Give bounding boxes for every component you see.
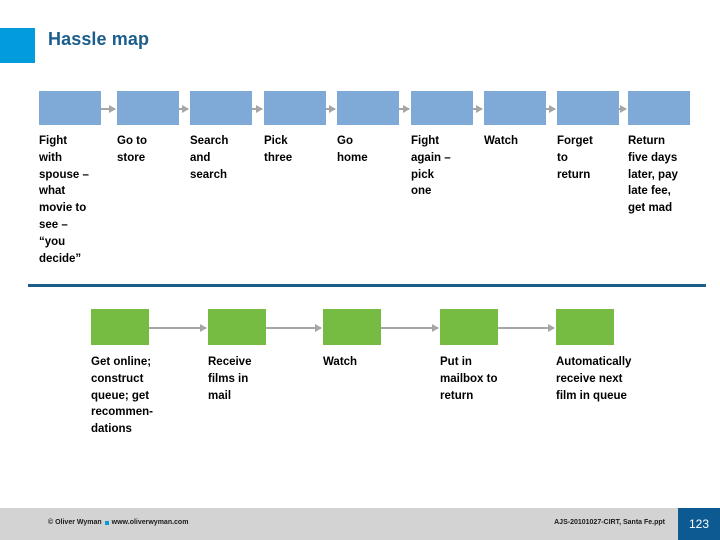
process-step-box xyxy=(190,91,252,125)
flow-arrow-icon xyxy=(252,105,263,113)
process-step-box xyxy=(628,91,690,125)
process-step-label: Forget to return xyxy=(557,135,593,181)
footer-bullet-icon xyxy=(104,520,109,525)
process-step-label: Automatically receive next film in queue xyxy=(556,356,632,402)
process-step-box xyxy=(556,309,614,345)
footer-filename: AJS-20101027-CIRT, Santa Fe.ppt xyxy=(554,519,665,526)
process-step-box xyxy=(337,91,399,125)
flow-arrow-icon xyxy=(381,324,439,332)
flow-arrow-icon xyxy=(498,324,555,332)
flow-arrow-icon xyxy=(179,105,189,113)
process-step-label: Receive films in mail xyxy=(208,356,252,402)
process-step-box xyxy=(440,309,498,345)
slide-canvas: Hassle map Fight with spouse – what movi… xyxy=(0,0,720,540)
process-step-label: Watch xyxy=(484,135,519,147)
process-step-box xyxy=(208,309,266,345)
process-step-label: Get online; construct queue; get recomme… xyxy=(91,356,153,436)
process-step-label: Go to store xyxy=(117,135,148,164)
section-divider xyxy=(28,284,706,287)
title-accent-square xyxy=(0,28,35,63)
process-step-label: Search and search xyxy=(190,135,229,181)
process-step-label: Go home xyxy=(337,135,368,164)
footer-copyright: © Oliver Wyman www.oliverwyman.com xyxy=(48,519,188,526)
footer-copyright-text: © Oliver Wyman xyxy=(48,519,102,526)
process-step-box xyxy=(39,91,101,125)
flow-arrow-icon xyxy=(326,105,336,113)
process-step-box xyxy=(411,91,473,125)
process-step-box xyxy=(117,91,179,125)
process-step-box xyxy=(484,91,546,125)
flow-arrow-icon xyxy=(473,105,483,113)
process-step-label: Watch xyxy=(323,356,358,368)
process-step-box xyxy=(264,91,326,125)
flow-arrow-icon xyxy=(149,324,207,332)
page-title: Hassle map xyxy=(48,29,150,49)
process-step-label: Fight with spouse – what movie to see – … xyxy=(39,135,89,265)
process-step-label: Pick three xyxy=(264,135,293,164)
flow-arrow-icon xyxy=(101,105,116,113)
process-step-label: Return five days later, pay late fee, ge… xyxy=(628,135,678,215)
footer-website-text: www.oliverwyman.com xyxy=(111,519,189,526)
flow-arrow-icon xyxy=(266,324,322,332)
flow-arrow-icon xyxy=(546,105,556,113)
process-step-label: Fight again – pick one xyxy=(411,135,451,198)
page-number-badge: 123 xyxy=(678,508,720,540)
flow-arrow-icon xyxy=(619,105,627,113)
process-step-box xyxy=(557,91,619,125)
process-step-label: Put in mailbox to return xyxy=(440,356,498,402)
process-step-box xyxy=(323,309,381,345)
flow-arrow-icon xyxy=(399,105,410,113)
process-step-box xyxy=(91,309,149,345)
